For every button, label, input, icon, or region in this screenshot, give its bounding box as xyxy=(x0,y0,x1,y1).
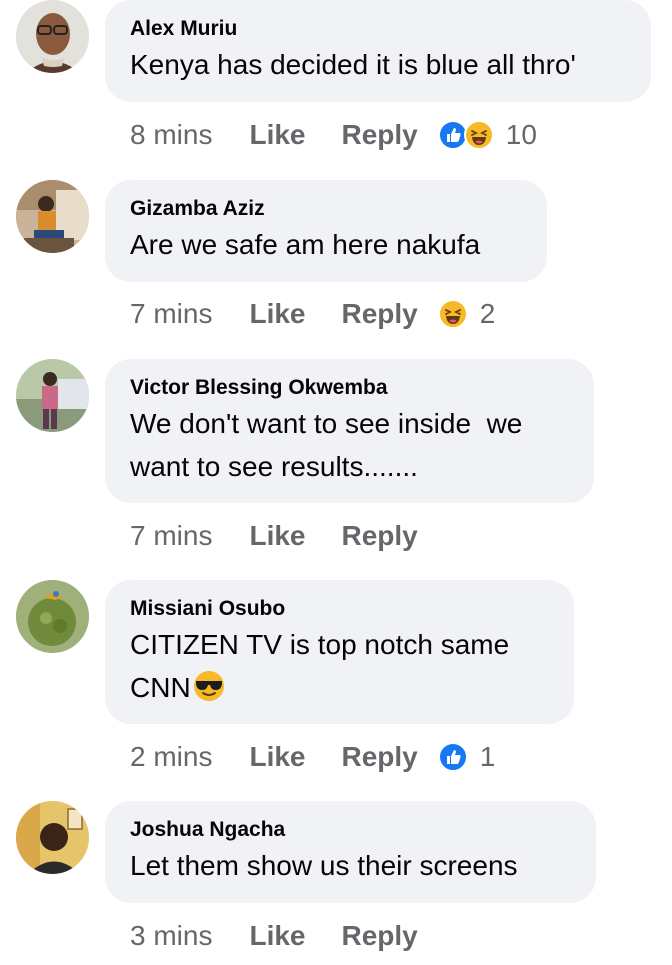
sunglasses-emoji-icon xyxy=(192,669,226,715)
reply-button[interactable]: Reply xyxy=(342,741,418,773)
comment-text: Kenya has decided it is blue all thro' xyxy=(130,49,576,80)
avatar[interactable] xyxy=(16,180,89,253)
comment-author[interactable]: Victor Blessing Okwemba xyxy=(130,375,569,400)
like-button[interactable]: Like xyxy=(249,298,305,330)
comment-text-segment: CNN xyxy=(130,672,191,703)
haha-icon xyxy=(437,299,468,329)
comment-actions: 3 mins Like Reply xyxy=(130,916,418,956)
like-icon xyxy=(437,742,468,772)
comment-timestamp[interactable]: 7 mins xyxy=(130,520,212,552)
like-button[interactable]: Like xyxy=(249,520,305,552)
comment-actions: 7 mins Like Reply xyxy=(130,516,418,556)
reaction-count: 1 xyxy=(479,741,496,772)
comment-text-line: CITIZEN TV is top notch same xyxy=(130,629,510,660)
comment-timestamp[interactable]: 2 mins xyxy=(130,741,212,773)
reaction-count: 2 xyxy=(479,298,496,329)
comment-text: CITIZEN TV is top notch same CNN xyxy=(130,623,549,715)
reply-button[interactable]: Reply xyxy=(342,520,418,552)
reaction-count: 10 xyxy=(505,119,537,150)
comment-actions: 2 mins Like Reply 1 xyxy=(130,737,495,777)
avatar[interactable] xyxy=(16,0,89,73)
comment-text: We don't want to see inside we want to s… xyxy=(130,402,569,488)
like-button[interactable]: Like xyxy=(249,119,305,151)
like-button[interactable]: Like xyxy=(249,920,305,952)
comment-text: Let them show us their screens xyxy=(130,850,518,881)
comment-text: Are we safe am here nakufa xyxy=(130,229,481,260)
comment-author[interactable]: Alex Muriu xyxy=(130,16,626,41)
comment-author[interactable]: Joshua Ngacha xyxy=(130,817,571,842)
comment-bubble: Missiani Osubo CITIZEN TV is top notch s… xyxy=(105,580,574,724)
reply-button[interactable]: Reply xyxy=(342,920,418,952)
reaction-summary[interactable]: 10 xyxy=(437,119,537,151)
reaction-summary[interactable]: 1 xyxy=(437,741,496,773)
avatar[interactable] xyxy=(16,359,89,432)
comment-text-line: want to see results....... xyxy=(130,451,418,482)
comment-text-line: CNN xyxy=(130,666,549,715)
avatar[interactable] xyxy=(16,801,89,874)
haha-icon xyxy=(463,120,494,150)
reply-button[interactable]: Reply xyxy=(342,119,418,151)
comment-author[interactable]: Gizamba Aziz xyxy=(130,196,522,221)
comment-actions: 8 mins Like Reply 10 xyxy=(130,115,537,155)
comment-bubble: Alex Muriu Kenya has decided it is blue … xyxy=(105,0,651,102)
comment-bubble: Gizamba Aziz Are we safe am here nakufa xyxy=(105,180,547,282)
comment-timestamp[interactable]: 8 mins xyxy=(130,119,212,151)
comment-actions: 7 mins Like Reply 2 xyxy=(130,294,495,334)
reaction-summary[interactable]: 2 xyxy=(437,298,496,330)
avatar[interactable] xyxy=(16,580,89,653)
reply-button[interactable]: Reply xyxy=(342,298,418,330)
comment-author[interactable]: Missiani Osubo xyxy=(130,596,549,621)
comment-bubble: Joshua Ngacha Let them show us their scr… xyxy=(105,801,596,903)
comment-timestamp[interactable]: 7 mins xyxy=(130,298,212,330)
like-button[interactable]: Like xyxy=(249,741,305,773)
comment-bubble: Victor Blessing Okwemba We don't want to… xyxy=(105,359,594,503)
comment-timestamp[interactable]: 3 mins xyxy=(130,920,212,952)
comment-text-line: We don't want to see inside we xyxy=(130,408,523,439)
